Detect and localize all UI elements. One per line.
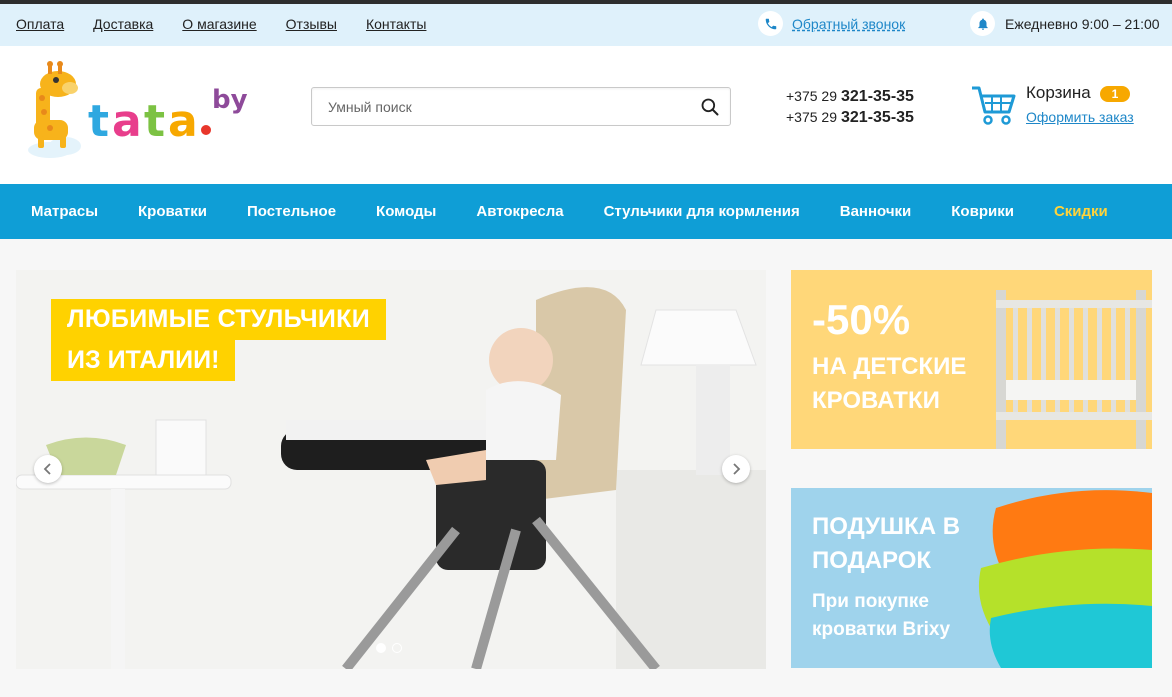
pillow-subtext: При покупке кроватки Brixy bbox=[812, 591, 951, 640]
top-link-about[interactable]: О магазине bbox=[182, 16, 256, 32]
nav-item-car-seats[interactable]: Автокресла bbox=[456, 184, 583, 239]
slider-next-button[interactable] bbox=[722, 455, 750, 483]
arrow-right-icon bbox=[733, 463, 741, 475]
cart[interactable]: Корзина 1 Оформить заказ bbox=[970, 82, 1140, 132]
promo-line-1: ЛЮБИМЫЕ СТУЛЬЧИКИ bbox=[51, 299, 386, 340]
nav-item-dressers[interactable]: Комоды bbox=[356, 184, 456, 239]
top-link-contacts[interactable]: Контакты bbox=[366, 16, 426, 32]
slider-prev-button[interactable] bbox=[34, 455, 62, 483]
cart-title: Корзина bbox=[1026, 83, 1091, 102]
svg-text:t: t bbox=[88, 96, 109, 147]
promo-line-2: ИЗ ИТАЛИИ! bbox=[51, 340, 236, 381]
search-input[interactable] bbox=[326, 88, 686, 125]
main-nav: Матрасы Кроватки Постельное Комоды Авток… bbox=[0, 184, 1172, 239]
search-box bbox=[311, 87, 731, 126]
phone-1[interactable]: +375 29 321-35-35 bbox=[786, 86, 914, 107]
phone-numbers: +375 29 321-35-35 +375 29 321-35-35 bbox=[786, 86, 914, 128]
arrow-left-icon bbox=[43, 463, 51, 475]
callback-link[interactable]: Обратный звонок bbox=[792, 16, 905, 32]
cart-count-badge: 1 bbox=[1100, 86, 1130, 102]
nav-item-cribs[interactable]: Кроватки bbox=[118, 184, 227, 239]
nav-item-mattresses[interactable]: Матрасы bbox=[11, 184, 118, 239]
pillow-headline: ПОДУШКА В ПОДАРОК bbox=[812, 513, 961, 574]
hero-slider[interactable]: ЛЮБИМЫЕ СТУЛЬЧИКИ ИЗ ИТАЛИИ! bbox=[16, 270, 766, 669]
nav-item-high-chairs[interactable]: Стульчики для кормления bbox=[584, 184, 820, 239]
svg-text:a: a bbox=[168, 96, 198, 147]
nav-item-sale[interactable]: Скидки bbox=[1034, 184, 1128, 239]
search-icon[interactable] bbox=[700, 97, 720, 117]
svg-text:by: by bbox=[212, 85, 248, 115]
phone-2[interactable]: +375 29 321-35-35 bbox=[786, 107, 914, 128]
top-bar: Оплата Доставка О магазине Отзывы Контак… bbox=[0, 0, 1172, 51]
top-link-payment[interactable]: Оплата bbox=[16, 16, 64, 32]
phone-icon bbox=[758, 11, 783, 36]
header: t a t a by +375 29321-35-35 +375 29321-3… bbox=[0, 46, 1172, 184]
crib-sale-banner[interactable]: -50% НА ДЕТСКИЕ КРОВАТКИ bbox=[791, 270, 1152, 449]
cart-icon bbox=[972, 86, 1016, 125]
crib-discount: -50% bbox=[812, 296, 911, 343]
nav-item-bedding[interactable]: Постельное bbox=[227, 184, 356, 239]
top-link-reviews[interactable]: Отзывы bbox=[286, 16, 337, 32]
site-logo[interactable]: t a t a by bbox=[20, 58, 255, 163]
top-links: Оплата Доставка О магазине Отзывы Контак… bbox=[16, 16, 426, 32]
callback: Обратный звонок bbox=[758, 11, 905, 36]
giraffe-logo: t a t a by bbox=[28, 61, 248, 158]
svg-text:t: t bbox=[144, 96, 165, 147]
working-hours: Ежедневно 9:00 – 21:00 bbox=[970, 11, 1160, 36]
pillow-gift-banner[interactable]: ПОДУШКА В ПОДАРОК При покупке кроватки B… bbox=[791, 488, 1152, 668]
nav-item-rugs[interactable]: Коврики bbox=[931, 184, 1034, 239]
slider-dot-1[interactable] bbox=[376, 643, 386, 653]
top-link-delivery[interactable]: Доставка bbox=[93, 16, 153, 32]
bell-icon bbox=[970, 11, 995, 36]
checkout-link[interactable]: Оформить заказ bbox=[1026, 109, 1134, 125]
slider-dots bbox=[376, 643, 402, 653]
promo-headline: ЛЮБИМЫЕ СТУЛЬЧИКИ ИЗ ИТАЛИИ! bbox=[51, 299, 386, 381]
slider-dot-2[interactable] bbox=[392, 643, 402, 653]
nav-item-baths[interactable]: Ванночки bbox=[820, 184, 932, 239]
hours-text: Ежедневно 9:00 – 21:00 bbox=[1005, 15, 1160, 32]
svg-text:a: a bbox=[112, 96, 142, 147]
crib-text: НА ДЕТСКИЕ КРОВАТКИ bbox=[812, 353, 967, 414]
